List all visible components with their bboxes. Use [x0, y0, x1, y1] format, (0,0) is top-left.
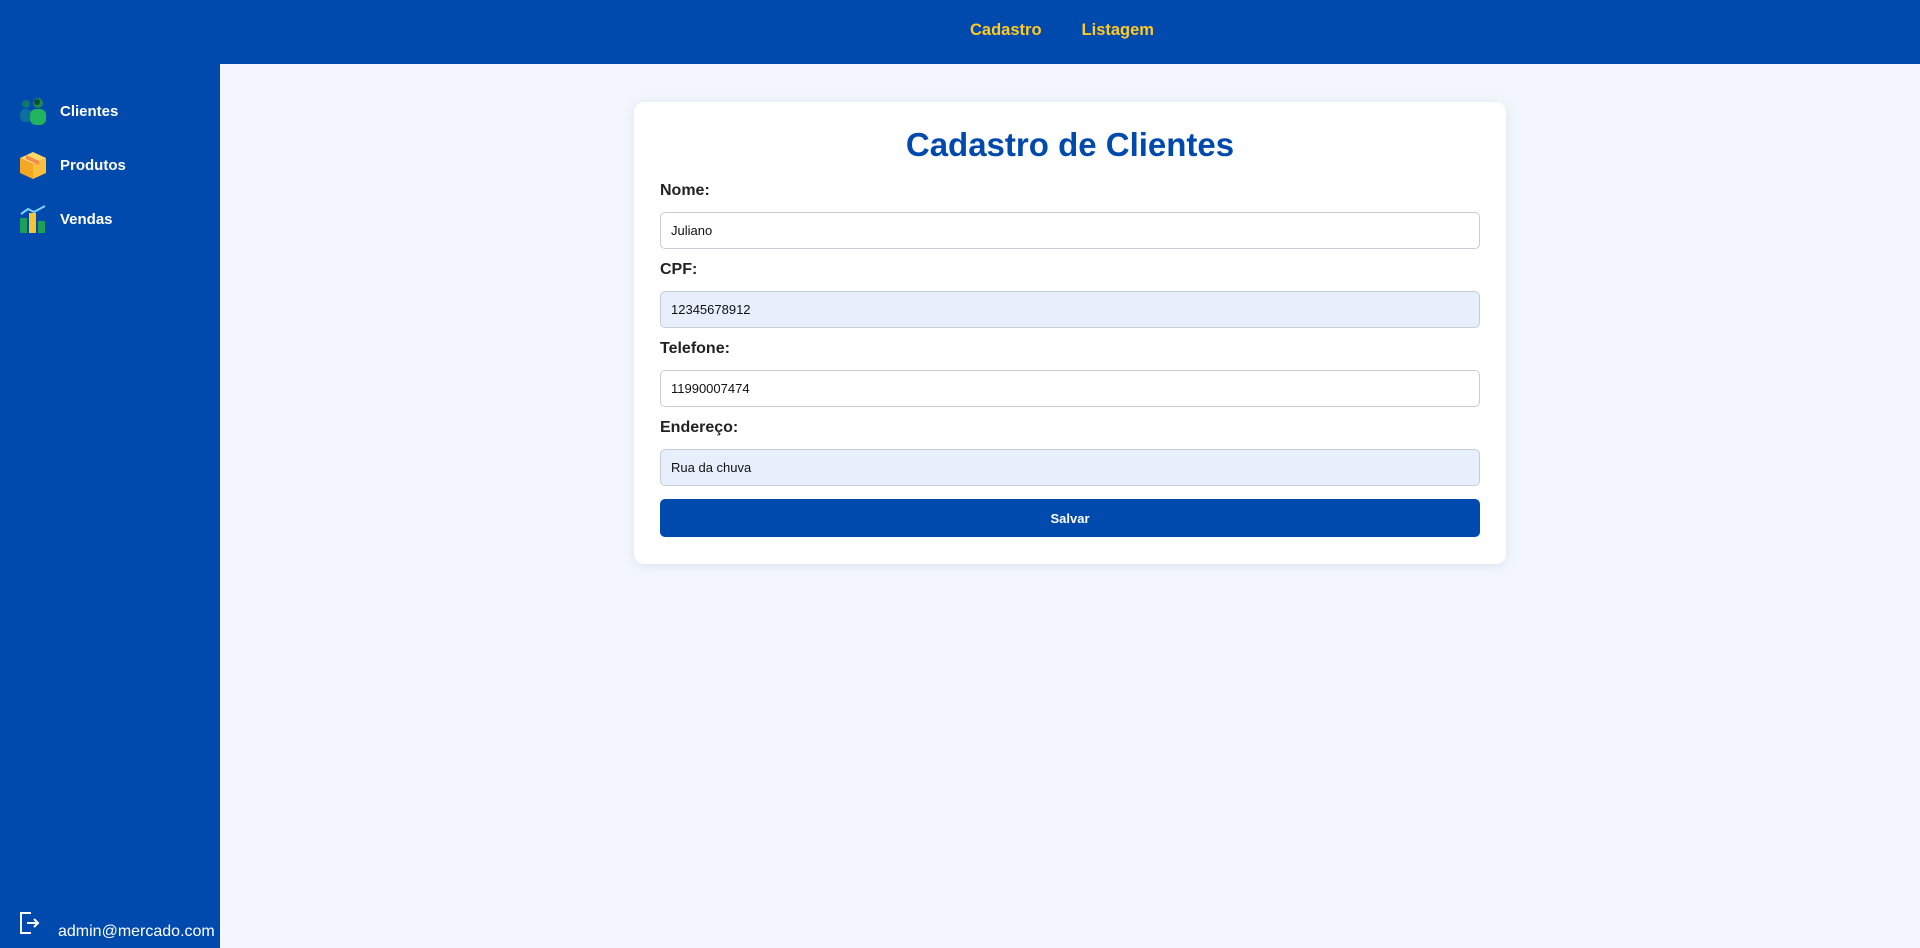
nav-link-listagem[interactable]: Listagem [1082, 21, 1154, 40]
bar-chart-icon [18, 204, 48, 234]
sidebar: Clientes Produtos Vendas admin@mercado.c… [0, 64, 220, 948]
sidebar-item-clientes[interactable]: Clientes [18, 96, 118, 126]
box-icon [18, 150, 48, 180]
client-form-card: Cadastro de Clientes Nome: CPF: Telefone… [634, 102, 1506, 564]
sidebar-item-label: Produtos [60, 156, 126, 174]
nome-label: Nome: [660, 182, 710, 199]
logout-icon[interactable] [18, 911, 40, 935]
nav-link-cadastro[interactable]: Cadastro [970, 21, 1042, 40]
sidebar-item-vendas[interactable]: Vendas [18, 204, 113, 234]
users-icon [18, 96, 48, 126]
user-email: admin@mercado.com [58, 923, 215, 940]
sidebar-item-label: Vendas [60, 210, 113, 228]
sidebar-item-produtos[interactable]: Produtos [18, 150, 126, 180]
telefone-label: Telefone: [660, 340, 730, 357]
top-nav: Cadastro Listagem [970, 21, 1154, 40]
telefone-input[interactable] [660, 370, 1480, 407]
save-button[interactable]: Salvar [660, 499, 1480, 537]
top-bar: Cadastro Listagem [0, 0, 1920, 64]
endereco-input[interactable] [660, 449, 1480, 486]
page-title: Cadastro de Clientes [905, 126, 1235, 163]
sidebar-item-label: Clientes [60, 102, 119, 120]
cpf-input[interactable] [660, 291, 1480, 328]
cpf-label: CPF: [660, 261, 698, 278]
endereco-label: Endereço: [660, 419, 739, 436]
nome-input[interactable] [660, 212, 1480, 249]
